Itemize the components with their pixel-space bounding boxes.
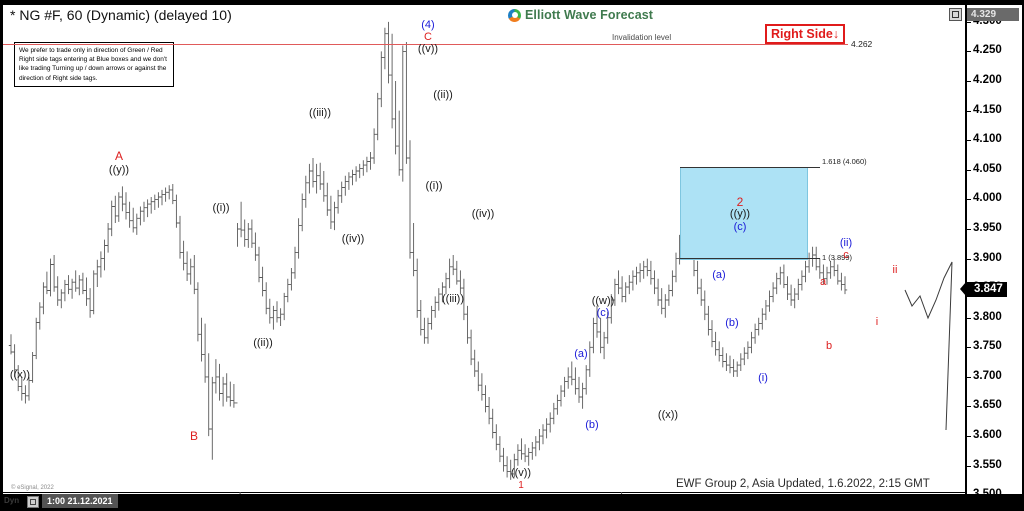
- wave-label: ((iv)): [471, 208, 495, 220]
- ewf-group-note: EWF Group 2, Asia Updated, 1.6.2022, 2:1…: [676, 478, 930, 490]
- wave-label: ((x)): [657, 409, 679, 421]
- price-tick: 3.750: [967, 340, 1002, 353]
- wave-label: ((v)): [510, 467, 532, 479]
- price-tick: 3.800: [967, 310, 1002, 323]
- wave-label: (4): [421, 19, 435, 31]
- wave-label: i: [875, 316, 879, 328]
- wave-label: ii: [892, 264, 898, 276]
- price-tick: 3.900: [967, 251, 1002, 264]
- wave-label: 2: [736, 195, 744, 209]
- status-timestamp: 1:00 21.12.2021: [42, 494, 118, 508]
- circular-swirl-icon: [508, 8, 521, 22]
- wave-label: ((iii)): [309, 107, 331, 119]
- fib-upper-line: [680, 167, 820, 168]
- wave-label: (c): [596, 307, 610, 319]
- fib-lower-line: [680, 258, 820, 259]
- wave-label: a: [819, 276, 827, 288]
- wave-label: ((w)): [591, 295, 615, 307]
- price-tick: 4.100: [967, 133, 1002, 146]
- wave-label: (ii): [839, 237, 853, 249]
- wave-label: c: [843, 249, 849, 261]
- wave-label: ((y)): [729, 208, 751, 220]
- brand-logo: Elliott Wave Forecast: [508, 8, 653, 22]
- wave-label: (c): [733, 221, 747, 233]
- wave-label: ((ii)): [253, 337, 273, 349]
- current-price-tag: 3.847: [960, 282, 1007, 298]
- chart-window: * NG #F, 60 (Dynamic) (delayed 10) We pr…: [0, 0, 1024, 511]
- wave-label: (a): [574, 348, 588, 360]
- invalidation-price: 4.262: [851, 39, 873, 50]
- status-chart-icon[interactable]: [27, 496, 39, 508]
- projection-path: [904, 261, 953, 431]
- invalidation-label: Invalidation level: [612, 33, 672, 43]
- price-tick: 4.000: [967, 192, 1002, 205]
- wave-label: ((iii)): [442, 293, 464, 305]
- copyright-note: © eSignal, 2022: [11, 485, 54, 491]
- price-tick: 4.200: [967, 74, 1002, 87]
- wave-label: (i): [758, 372, 768, 384]
- price-tick: 3.950: [967, 221, 1002, 234]
- wave-label: ((y)): [108, 164, 130, 176]
- wave-label: A: [114, 149, 124, 163]
- price-tick: 4.150: [967, 103, 1002, 116]
- price-tick: 3.700: [967, 369, 1002, 382]
- price-axis[interactable]: 4.3004.2504.2004.1504.1004.0504.0003.950…: [966, 5, 1022, 505]
- wave-label: ((i)): [425, 180, 443, 192]
- wave-label: 1: [518, 480, 524, 491]
- disclaimer-box: We prefer to trade only in direction of …: [14, 42, 174, 87]
- price-tick: 4.050: [967, 162, 1002, 175]
- wave-label: ((iv)): [341, 233, 365, 245]
- wave-label: (a): [712, 269, 726, 281]
- right-side-label: Right Side: [771, 27, 833, 42]
- price-tick: 4.250: [967, 44, 1002, 57]
- brand-name: Elliott Wave Forecast: [525, 8, 654, 22]
- wave-label: ((ii)): [433, 89, 453, 101]
- wave-label: (b): [725, 317, 739, 329]
- wave-label: C: [424, 31, 432, 43]
- down-arrow-icon: ↓: [832, 27, 840, 42]
- price-tick: 3.600: [967, 429, 1002, 442]
- price-tick: 3.650: [967, 399, 1002, 412]
- wave-label: B: [189, 429, 199, 443]
- axis-settings-icon[interactable]: [949, 8, 962, 21]
- price-tick: 3.550: [967, 458, 1002, 471]
- right-side-badge[interactable]: Right Side↓: [765, 24, 846, 45]
- wave-label: ((v)): [417, 43, 439, 55]
- wave-label: (b): [585, 419, 599, 431]
- wave-label: b: [825, 340, 833, 352]
- fib-upper-label: 1.618 (4.060): [822, 157, 867, 166]
- wave-label: ((i)): [212, 202, 230, 214]
- wave-label: ((x)): [9, 369, 31, 381]
- dyn-label: Dyn: [4, 496, 20, 505]
- chart-title: * NG #F, 60 (Dynamic) (delayed 10): [10, 7, 232, 23]
- status-bar: [0, 494, 1024, 508]
- top-price-tag: 4.329: [967, 8, 1019, 21]
